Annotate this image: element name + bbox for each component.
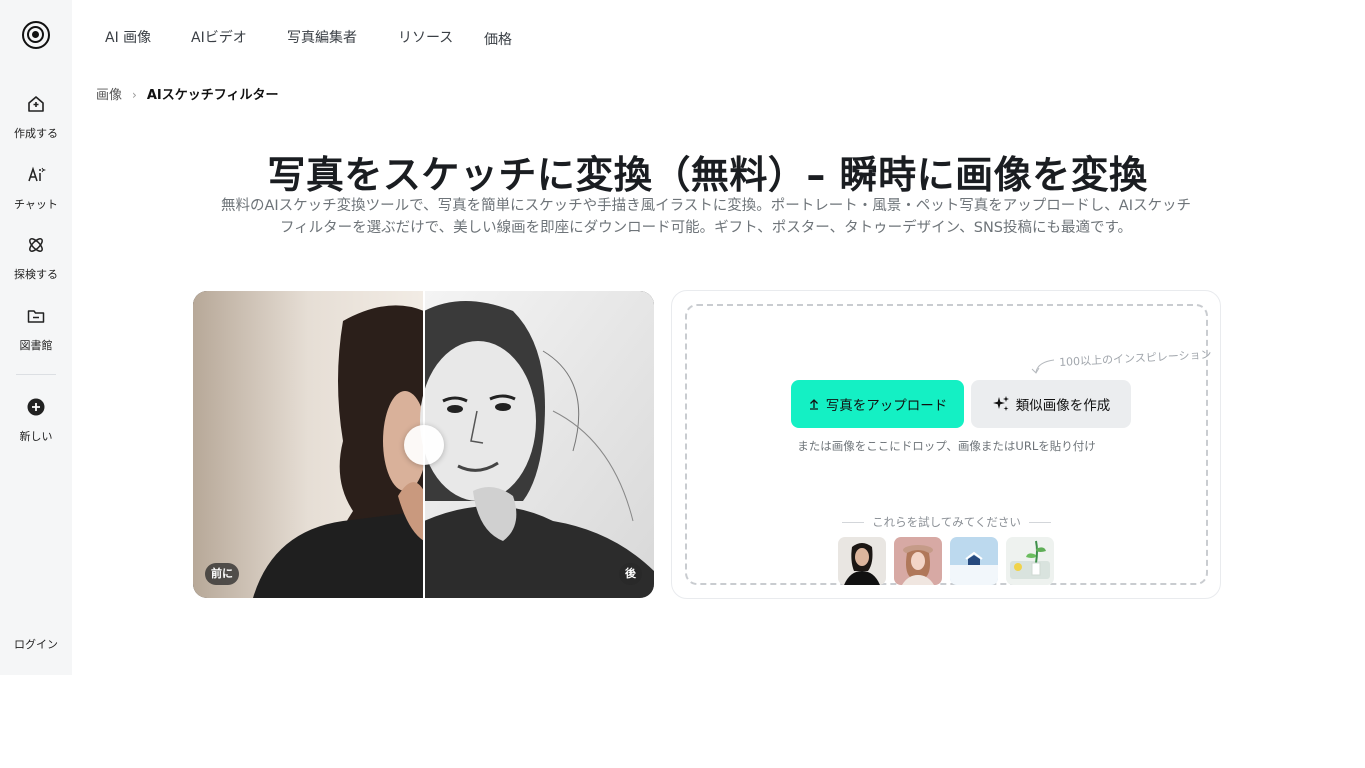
before-after-comparison[interactable]: 前に 後 bbox=[193, 291, 654, 598]
upload-panel: 100以上のインスピレーション 写真をアップロード 類似画像を作成 または画像を… bbox=[671, 290, 1221, 599]
try-these-label: これらを試してみてください bbox=[687, 514, 1206, 530]
sidebar-item-create[interactable]: 作成する bbox=[0, 94, 72, 141]
sidebar-item-chat[interactable]: チャット bbox=[0, 165, 72, 212]
sparkle-icon bbox=[992, 396, 1009, 411]
nav-photo-editor[interactable]: 写真編集者 bbox=[287, 27, 357, 47]
before-label: 前に bbox=[205, 563, 239, 585]
sidebar-item-label: チャット bbox=[14, 198, 58, 211]
page-title: 写真をスケッチに変換（無料）– 瞬時に画像を変換 bbox=[267, 153, 1148, 197]
top-nav: AI 画像 AIビデオ 写真編集者 リソース 価格 bbox=[72, 0, 1365, 72]
create-similar-label: 類似画像を作成 bbox=[1015, 398, 1111, 413]
sidebar-item-library[interactable]: 図書館 bbox=[0, 306, 72, 353]
nav-resources[interactable]: リソース bbox=[398, 27, 453, 47]
sidebar-item-label: 作成する bbox=[14, 127, 58, 140]
split-drag-handle[interactable] bbox=[404, 425, 444, 465]
folder-icon bbox=[27, 310, 45, 323]
chevron-right-icon: › bbox=[132, 88, 137, 102]
breadcrumb-home[interactable]: 画像 bbox=[96, 88, 122, 103]
sidebar-item-label: 新しい bbox=[19, 430, 53, 443]
sidebar-item-new[interactable]: 新しい bbox=[0, 397, 72, 444]
nav-ai-image[interactable]: AI 画像 bbox=[105, 27, 151, 47]
sample-portrait-dark[interactable] bbox=[838, 537, 886, 585]
nav-pricing[interactable]: 価格 bbox=[484, 29, 512, 49]
sample-snow-house[interactable] bbox=[950, 537, 998, 585]
login-button[interactable]: ログイン bbox=[10, 633, 62, 657]
create-similar-button[interactable]: 類似画像を作成 bbox=[971, 380, 1131, 428]
sidebar-item-label: 探検する bbox=[14, 268, 58, 281]
breadcrumb-current: AIスケッチフィルター bbox=[146, 88, 279, 103]
sidebar-item-explore[interactable]: 探検する bbox=[0, 235, 72, 282]
inspiration-note: 100以上のインスピレーション bbox=[1058, 348, 1212, 369]
image-dropzone[interactable]: 100以上のインスピレーション 写真をアップロード 類似画像を作成 または画像を… bbox=[685, 304, 1212, 585]
drop-hint: または画像をここにドロップ、画像またはURLを貼り付け bbox=[797, 439, 1096, 453]
sidebar: 作成する チャット 探検する 図書館 新しい ログイン bbox=[0, 0, 72, 675]
sample-plants[interactable] bbox=[1006, 537, 1054, 585]
sample-images bbox=[838, 537, 1054, 585]
sidebar-divider bbox=[16, 374, 56, 375]
nav-ai-video[interactable]: AIビデオ bbox=[191, 27, 247, 47]
ai-chat-icon bbox=[28, 166, 46, 182]
upload-photo-button[interactable]: 写真をアップロード bbox=[791, 380, 964, 428]
upload-photo-label: 写真をアップロード bbox=[825, 398, 948, 413]
plus-circle-icon bbox=[27, 398, 45, 416]
sidebar-item-label: 図書館 bbox=[19, 339, 53, 352]
explore-atom-icon bbox=[29, 238, 43, 252]
create-home-icon bbox=[28, 96, 44, 112]
sample-portrait-hat[interactable] bbox=[894, 537, 942, 585]
curved-arrow-icon bbox=[1031, 359, 1055, 374]
upload-arrow-icon bbox=[809, 399, 818, 410]
page-description: 無料のAIスケッチ変換ツールで、写真を簡単にスケッチや手描き風イラストに変換。ポ… bbox=[220, 198, 1191, 236]
after-label: 後 bbox=[619, 563, 642, 585]
breadcrumb: 画像 › AIスケッチフィルター bbox=[96, 84, 279, 103]
brand-logo[interactable] bbox=[22, 21, 50, 49]
